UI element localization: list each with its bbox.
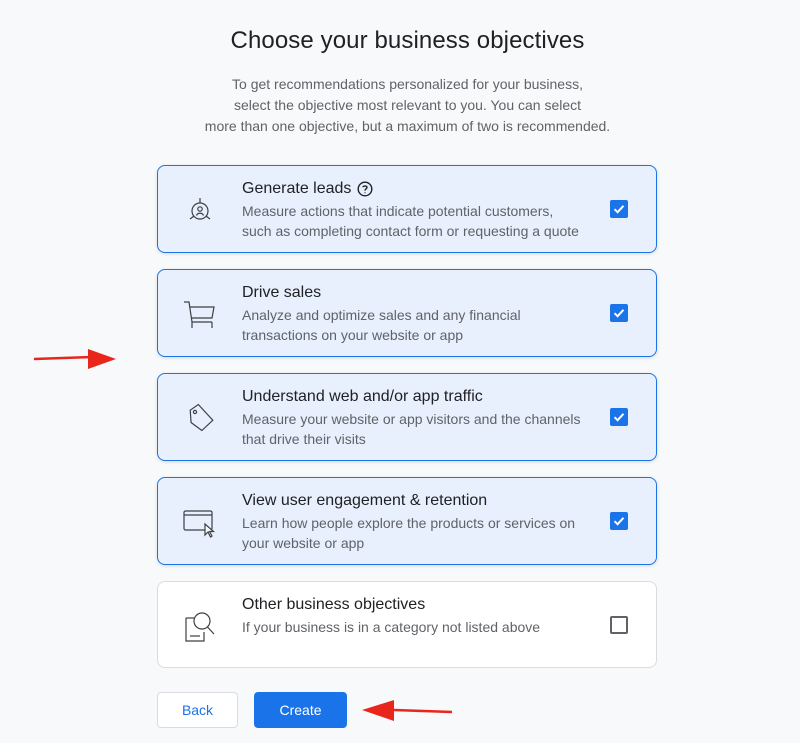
checkbox-checked[interactable]	[610, 512, 628, 530]
objective-description: Measure actions that indicate potential …	[242, 201, 602, 241]
description-line: transactions on your website or app	[242, 327, 464, 343]
description-line: Analyze and optimize sales and any finan…	[242, 307, 521, 323]
objective-description: Measure your website or app visitors and…	[242, 409, 602, 449]
description-line: that drive their visits	[242, 431, 366, 447]
target-person-icon	[182, 192, 218, 228]
intro-line: select the objective most relevant to yo…	[233, 97, 582, 113]
objective-card-understand-traffic[interactable]: Understand web and/or app traffic Measur…	[157, 373, 657, 461]
shopping-cart-icon	[182, 296, 218, 332]
checkbox-checked[interactable]	[610, 304, 628, 322]
checkbox-checked[interactable]	[610, 200, 628, 218]
page-title: Choose your business objectives	[230, 27, 585, 54]
annotation-arrow-icon	[362, 700, 453, 721]
objectives-list: Generate leads Measure actions that indi…	[157, 165, 657, 684]
objective-description: Analyze and optimize sales and any finan…	[242, 305, 602, 345]
intro-line: more than one objective, but a maximum o…	[204, 118, 611, 134]
objective-title: Understand web and/or app traffic	[242, 388, 483, 405]
objective-card-drive-sales[interactable]: Drive sales Analyze and optimize sales a…	[157, 269, 657, 357]
description-line: Measure actions that indicate potential …	[242, 203, 554, 219]
objective-card-other[interactable]: Other business objectives If your busine…	[157, 581, 657, 668]
browser-cursor-icon	[182, 504, 218, 540]
checkbox-unchecked[interactable]	[610, 616, 628, 634]
help-icon[interactable]	[357, 181, 373, 197]
objective-title: View user engagement & retention	[242, 492, 488, 509]
description-line: Measure your website or app visitors and…	[242, 411, 581, 427]
back-button[interactable]: Back	[157, 692, 238, 728]
objective-card-generate-leads[interactable]: Generate leads Measure actions that indi…	[157, 165, 657, 253]
document-magnifier-icon	[182, 608, 218, 644]
intro-text: To get recommendations personalized for …	[0, 74, 800, 137]
objective-title: Drive sales	[242, 284, 322, 301]
objective-description: If your business is in a category not li…	[242, 617, 602, 637]
objective-title: Generate leads	[242, 180, 352, 197]
tag-icon	[182, 400, 218, 436]
annotation-arrow-icon	[33, 349, 116, 369]
create-button[interactable]: Create	[254, 692, 347, 728]
description-line: your website or app	[242, 535, 365, 551]
intro-line: To get recommendations personalized for …	[232, 76, 583, 92]
objective-card-user-engagement[interactable]: View user engagement & retention Learn h…	[157, 477, 657, 565]
description-line: If your business is in a category not li…	[242, 619, 541, 635]
description-line: such as completing contact form or reque…	[242, 223, 579, 239]
checkbox-checked[interactable]	[610, 408, 628, 426]
description-line: Learn how people explore the products or…	[242, 515, 576, 531]
objective-title: Other business objectives	[242, 596, 426, 613]
objective-description: Learn how people explore the products or…	[242, 513, 602, 553]
